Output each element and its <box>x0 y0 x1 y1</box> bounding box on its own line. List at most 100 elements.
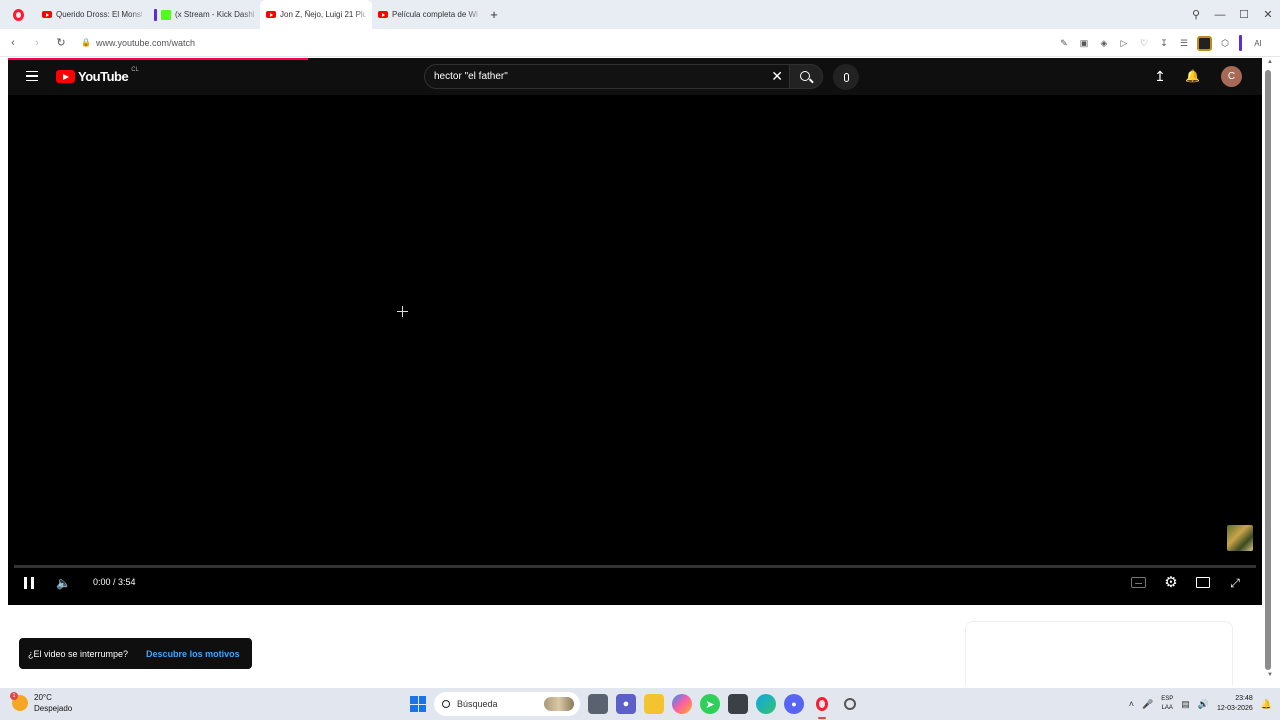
file-explorer-icon[interactable] <box>644 694 664 714</box>
toast-message: ¿El video se interrumpe? <box>28 648 129 659</box>
windows-start-icon[interactable] <box>410 696 426 712</box>
pause-icon[interactable] <box>24 577 34 589</box>
voice-search-button[interactable] <box>833 64 859 90</box>
cube-icon[interactable]: ⬡ <box>1215 38 1235 49</box>
maximize-button[interactable]: ☐ <box>1232 8 1256 21</box>
hamburger-menu-icon[interactable] <box>26 71 38 81</box>
weather-sun-icon: 1 <box>10 692 28 711</box>
edit-icon[interactable]: ✎ <box>1054 38 1074 49</box>
youtube-wordmark: YouTube <box>78 69 129 84</box>
close-window-button[interactable]: ✕ <box>1256 8 1280 21</box>
play-icon[interactable]: ▷ <box>1114 38 1134 49</box>
screen: Querido Dross: El Monstruo (x Stream - K… <box>0 0 1280 720</box>
discord-icon[interactable]: ● <box>784 694 804 714</box>
video-progress-bar[interactable] <box>14 565 1256 568</box>
language-code: ESP <box>1161 696 1174 702</box>
system-tray: ˄ 🎤 ESP LAA ▤ 🔊 23:48 12-03-2026 🔔 <box>1129 688 1272 720</box>
notifications-bell-icon[interactable]: 🔔 <box>1185 69 1200 83</box>
window-controls: ⚲ — ☐ ✕ <box>1184 0 1280 29</box>
menu-icon[interactable]: ☰ <box>1174 38 1194 49</box>
opera-gx-icon[interactable] <box>840 694 860 714</box>
sidebar-accent <box>1239 35 1242 51</box>
reload-button[interactable]: ↻ <box>50 36 72 49</box>
mouse-cursor-crosshair <box>397 306 408 317</box>
scroll-up-arrow-icon[interactable]: ▲ <box>1267 59 1273 65</box>
upload-icon[interactable]: ↥ <box>1153 69 1167 83</box>
search-icon <box>442 700 450 708</box>
speaker-icon[interactable]: 🔊 <box>1198 699 1209 710</box>
search-icon <box>800 70 810 81</box>
browser-tab-strip: Querido Dross: El Monstruo (x Stream - K… <box>0 0 1280 29</box>
keyboard-layout: LAA <box>1161 705 1173 711</box>
back-button[interactable]: ‹ <box>2 37 24 49</box>
notifications-bell-tray-icon[interactable]: 🔔 <box>1261 699 1272 710</box>
tab-1[interactable]: Querido Dross: El Monstruo <box>36 0 148 29</box>
channel-watermark-image[interactable] <box>1227 525 1253 551</box>
scrollbar-thumb[interactable] <box>1265 70 1271 670</box>
taskbar-search-label: Búsqueda <box>457 699 498 709</box>
search-button[interactable] <box>789 64 823 89</box>
green-app-icon[interactable]: ➤ <box>700 694 720 714</box>
download-icon[interactable]: ↧ <box>1154 38 1174 49</box>
account-avatar[interactable]: C <box>1221 66 1242 87</box>
tab-2[interactable]: (x Stream - Kick Dashboard <box>148 0 260 29</box>
taskbar-search-box[interactable]: Búsqueda <box>434 692 580 716</box>
video-player[interactable]: 🔈 0:00 / 3:54 ⚙ ⤢ <box>8 95 1262 605</box>
country-code: CL <box>131 66 139 73</box>
playback-issue-toast: ¿El video se interrumpe? Descubre los mo… <box>19 638 252 669</box>
opera-logo-icon[interactable] <box>0 0 36 29</box>
show-hidden-icons-chevron-icon[interactable]: ˄ <box>1129 699 1134 709</box>
url-field[interactable]: www.youtube.com/watch <box>96 38 195 48</box>
edge-icon[interactable] <box>756 694 776 714</box>
volume-icon[interactable]: 🔈 <box>56 576 71 590</box>
copilot-icon[interactable] <box>672 694 692 714</box>
fullscreen-icon[interactable]: ⤢ <box>1228 576 1242 590</box>
youtube-favicon-icon <box>266 11 276 18</box>
youtube-favicon-icon <box>378 11 388 18</box>
clear-search-icon[interactable]: ✕ <box>771 68 783 85</box>
language-indicator[interactable]: ESP LAA <box>1161 695 1173 713</box>
youtube-header: YouTube CL hector "el father" ✕ ↥ 🔔 C <box>8 58 1262 95</box>
search-input[interactable]: hector "el father" ✕ <box>424 64 792 89</box>
theater-mode-icon[interactable] <box>1196 577 1210 588</box>
youtube-play-logo-icon <box>56 70 75 83</box>
teams-icon[interactable]: ● <box>616 694 636 714</box>
page-scrollbar[interactable]: ▲ ▼ <box>1262 58 1280 685</box>
search-tabs-icon[interactable]: ⚲ <box>1184 8 1208 21</box>
subtitles-icon[interactable] <box>1131 577 1146 588</box>
lock-icon[interactable]: 🔒 <box>78 38 94 47</box>
weather-description: Despejado <box>34 704 73 713</box>
side-panel-placeholder <box>965 621 1233 685</box>
toast-action-link[interactable]: Descubre los motivos <box>146 649 240 659</box>
network-icon[interactable]: ▤ <box>1181 699 1190 710</box>
scroll-down-arrow-icon[interactable]: ▼ <box>1267 672 1273 678</box>
youtube-favicon-icon <box>42 11 52 18</box>
tab-4[interactable]: Película completa de Wiz <box>372 0 484 29</box>
heart-icon[interactable]: ♡ <box>1134 38 1154 49</box>
toolbar-extensions: ✎ ▣ ◈ ▷ ♡ ↧ ☰ ⬡ AI <box>1054 29 1270 57</box>
ai-button[interactable]: AI <box>1246 39 1270 48</box>
store-icon[interactable] <box>728 694 748 714</box>
search-highlight-image <box>544 697 574 711</box>
youtube-page: YouTube CL hector "el father" ✕ ↥ 🔔 C 🔈 … <box>8 58 1262 685</box>
extension-avatar-icon[interactable] <box>1197 35 1212 51</box>
microphone-tray-icon[interactable]: 🎤 <box>1142 699 1153 710</box>
weather-widget[interactable]: 1 20°C Despejado <box>10 692 73 714</box>
youtube-logo[interactable]: YouTube CL <box>56 66 139 84</box>
windows-taskbar: 1 20°C Despejado Búsqueda ● ➤ ● ˄ 🎤 ESP … <box>0 688 1280 720</box>
clock-date: 12-03-2026 <box>1216 705 1253 712</box>
camera-icon[interactable]: ▣ <box>1074 38 1094 49</box>
new-tab-button[interactable]: + <box>484 7 504 22</box>
forward-button[interactable]: › <box>26 37 48 49</box>
shield-icon[interactable]: ◈ <box>1094 38 1114 49</box>
taskbar-apps: Búsqueda ● ➤ ● <box>410 688 860 720</box>
clock[interactable]: 23:48 12-03-2026 <box>1217 694 1253 714</box>
task-view-icon[interactable] <box>588 694 608 714</box>
kick-favicon-icon <box>161 9 171 20</box>
settings-gear-icon[interactable]: ⚙ <box>1163 575 1179 591</box>
time-display: 0:00 / 3:54 <box>93 577 136 587</box>
tab-3-active[interactable]: Jon Z, Ñejo, Luigi 21 Plus <box>260 0 372 29</box>
minimize-button[interactable]: — <box>1208 9 1232 21</box>
clock-time: 23:48 <box>1235 695 1253 702</box>
opera-taskbar-icon[interactable] <box>812 694 832 719</box>
